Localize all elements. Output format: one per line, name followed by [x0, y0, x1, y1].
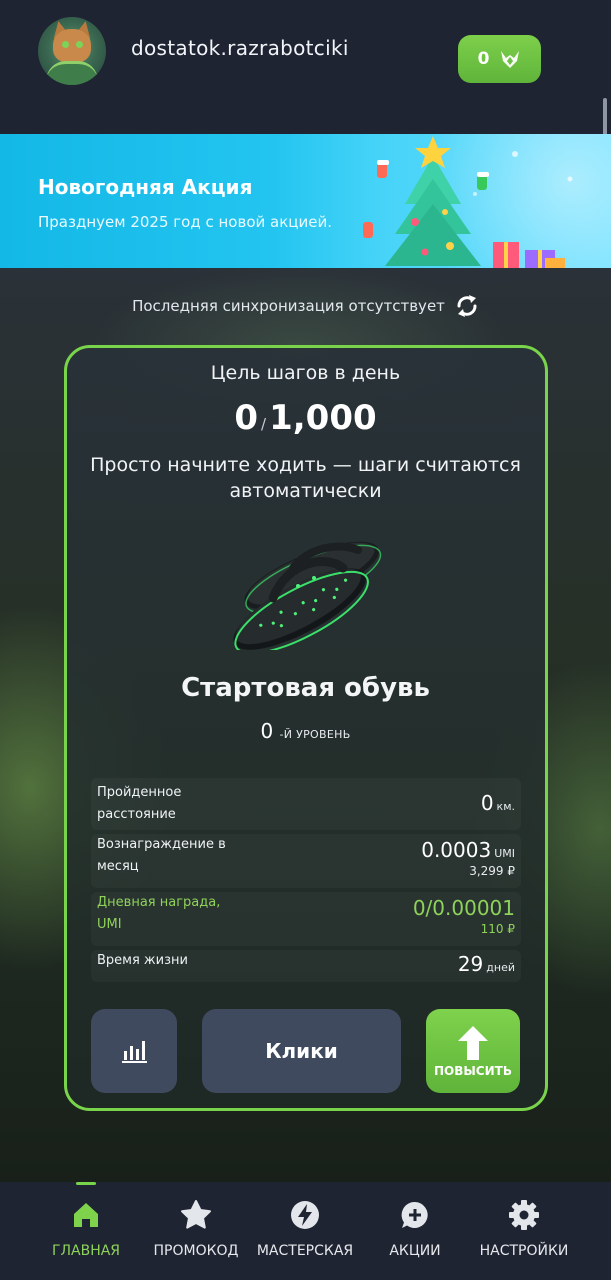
promo-banner[interactable]: Новогодняя Акция Празднуем 2025 год с но…	[0, 134, 611, 268]
stat-distance-label: Пройденное расстояние	[97, 785, 182, 822]
steps-progress: 0/1,000	[234, 398, 377, 438]
level-value: 0	[260, 719, 274, 743]
lightning-icon	[291, 1201, 319, 1229]
gear-icon	[509, 1200, 539, 1230]
bar-chart-icon	[122, 1041, 147, 1063]
stat-monthly-label: Вознаграждение в месяц	[97, 837, 226, 874]
username-label: dostatok.razrabotciki	[131, 36, 349, 60]
level-suffix: -Й УРОВЕНЬ	[279, 728, 351, 741]
banner-subtitle: Празднуем 2025 год с новой акцией.	[38, 213, 332, 231]
nav-home-label: ГЛАВНАЯ	[51, 1243, 121, 1259]
top-header: dostatok.razrabotciki 0	[0, 0, 611, 134]
fox-token-icon	[501, 51, 520, 68]
stats-button[interactable]	[91, 1009, 177, 1093]
steps-goal: 1,000	[269, 398, 377, 438]
shoe-name: Стартовая обувь	[181, 673, 430, 703]
stat-distance: Пройденное расстояние 0 км.	[91, 778, 521, 830]
nav-item-promo[interactable]: ПРОМОКОД	[136, 1182, 256, 1280]
stat-daily-rub: 110 ₽	[480, 922, 515, 936]
sync-status-text: Последняя синхронизация отсутствует	[132, 297, 445, 315]
sync-icon[interactable]	[455, 293, 479, 319]
stat-monthly-rub: 3,299 ₽	[469, 864, 515, 878]
stat-daily-reward: Дневная награда, UMI 0/0.00001 110 ₽	[91, 892, 521, 946]
stat-lifetime-label: Время жизни	[97, 953, 188, 968]
nav-item-settings[interactable]: НАСТРОЙКИ	[464, 1182, 584, 1280]
christmas-tree-illustration	[363, 136, 573, 268]
clicks-button[interactable]: Клики	[202, 1009, 401, 1093]
nav-item-workshop[interactable]: МАСТЕРСКАЯ	[245, 1182, 365, 1280]
stat-monthly-reward: Вознаграждение в месяц 0.0003 UMI 3,299 ₽	[91, 834, 521, 888]
sync-status-row[interactable]: Последняя синхронизация отсутствует	[0, 288, 611, 324]
nav-item-home[interactable]: ГЛАВНАЯ	[26, 1182, 146, 1280]
walking-hint: Просто начните ходить — шаги считаются а…	[90, 454, 521, 502]
steps-current: 0	[234, 398, 259, 438]
star-icon	[181, 1200, 211, 1229]
daily-goal-label: Цель шагов в день	[210, 362, 401, 384]
chat-plus-icon	[401, 1201, 428, 1228]
user-avatar[interactable]	[38, 17, 106, 85]
banner-title: Новогодняя Акция	[38, 175, 253, 199]
nav-item-promotions[interactable]: АКЦИИ	[355, 1182, 475, 1280]
nav-promo-label: ПРОМОКОД	[153, 1243, 239, 1259]
stat-monthly-value: 0.0003 UMI	[421, 838, 515, 862]
home-icon	[74, 1203, 98, 1227]
shoe-image	[233, 541, 382, 650]
upgrade-label: ПОВЫСИТЬ	[433, 1064, 512, 1078]
nav-promotions-label: АКЦИИ	[389, 1243, 441, 1259]
coin-balance-value: 0	[477, 49, 490, 69]
stat-lifetime: Время жизни 29 дней	[91, 950, 521, 982]
stat-daily-value: 0/0.00001	[412, 896, 515, 920]
stat-daily-label: Дневная награда, UMI	[97, 895, 221, 932]
upgrade-button[interactable]: ПОВЫСИТЬ	[426, 1009, 520, 1093]
shoe-level: 0 -Й УРОВЕНЬ	[0, 719, 611, 743]
nav-workshop-label: МАСТЕРСКАЯ	[256, 1243, 354, 1259]
stat-lifetime-value: 29 дней	[457, 952, 515, 976]
coin-balance-button[interactable]: 0	[458, 35, 541, 83]
nav-settings-label: НАСТРОЙКИ	[479, 1243, 569, 1259]
stat-distance-value: 0 км.	[480, 791, 515, 815]
arrow-up-icon	[458, 1026, 488, 1060]
